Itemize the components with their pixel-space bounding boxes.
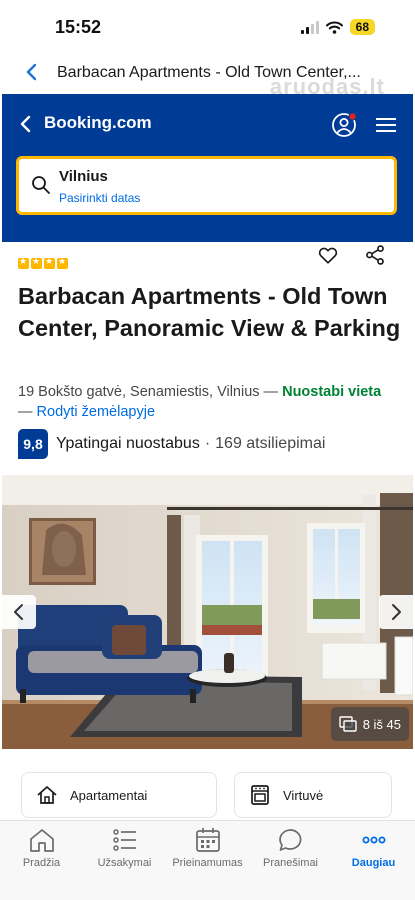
nav-messages[interactable]: Pranešimai	[249, 827, 332, 869]
address-dash: —	[18, 404, 37, 420]
star-icon	[57, 256, 68, 269]
status-bar: 15:52 68	[0, 0, 415, 52]
status-icons: 68	[300, 19, 375, 35]
address-dash: —	[259, 384, 283, 400]
search-box[interactable]: Vilnius Pasirinkti datas	[16, 156, 397, 215]
review-count: 169 atsiliepimai	[215, 435, 326, 452]
search-destination: Vilnius	[59, 168, 108, 185]
facility-label: Virtuvė	[283, 787, 324, 803]
property-title: Barbacan Apartments - Old Town Center, P…	[18, 283, 401, 341]
photo-gallery[interactable]: 8 iš 45	[2, 475, 413, 749]
photos-icon	[338, 716, 357, 732]
wifi-icon	[325, 21, 343, 34]
browser-bar: Barbacan Apartments - Old Town Center,..…	[0, 52, 415, 99]
share-icon[interactable]	[364, 244, 386, 266]
facility-apartments[interactable]: Apartamentai	[21, 772, 217, 818]
menu-icon[interactable]	[375, 116, 397, 134]
profile-icon[interactable]	[331, 112, 357, 138]
nav-label: Užsakymai	[97, 857, 152, 869]
house-icon	[37, 786, 57, 804]
calendar-icon	[195, 828, 220, 852]
address-text: 19 Bokšto gatvė, Senamiestis, Vilnius	[18, 384, 260, 400]
location-badge: Nuostabi vieta	[282, 384, 382, 400]
facility-kitchen[interactable]: Virtuvė	[234, 772, 392, 818]
booking-header: Booking.com Vilnius Pasirinkti datas	[2, 94, 413, 242]
back-icon[interactable]	[16, 114, 36, 134]
booking-logo[interactable]: Booking.com	[44, 113, 152, 133]
bottom-navigation: Pradžia Užsakymai Prieinamumas Pranešima…	[0, 820, 415, 900]
photo-counter[interactable]: 8 iš 45	[330, 707, 409, 741]
nav-bookings[interactable]: Užsakymai	[83, 827, 166, 869]
browser-back-icon[interactable]	[20, 60, 44, 84]
facility-label: Apartamentai	[70, 787, 148, 803]
status-time: 15:52	[55, 17, 102, 37]
star-icon	[44, 256, 55, 269]
home-icon	[29, 829, 54, 852]
nav-label: Prieinamumas	[172, 857, 243, 869]
heart-icon[interactable]	[317, 244, 339, 266]
nav-label: Daugiau	[351, 857, 396, 869]
review-summary[interactable]: 9,8 Ypatingai nuostabus · 169 atsiliepim…	[18, 429, 325, 459]
search-dates[interactable]: Pasirinkti datas	[59, 191, 140, 205]
list-icon	[112, 829, 136, 851]
property-address: 19 Bokšto gatvė, Senamiestis, Vilnius — …	[18, 382, 410, 422]
star-icon	[31, 256, 42, 269]
nav-more[interactable]: Daugiau	[332, 827, 415, 869]
review-score-badge: 9,8	[18, 429, 48, 459]
signal-icon	[300, 20, 319, 34]
review-score-label: Ypatingai nuostabus	[56, 435, 200, 452]
nav-availability[interactable]: Prieinamumas	[166, 827, 249, 869]
photo-counter-text: 8 iš 45	[362, 716, 401, 732]
star-icon	[18, 256, 29, 269]
nav-home[interactable]: Pradžia	[0, 827, 83, 869]
battery-icon: 68	[349, 19, 375, 35]
gallery-prev-button[interactable]	[2, 595, 36, 629]
search-icon	[32, 176, 50, 194]
oven-icon	[251, 785, 269, 805]
nav-label: Pradžia	[22, 857, 61, 869]
separator-dot: ·	[204, 435, 211, 452]
more-icon	[362, 836, 385, 844]
star-rating	[18, 256, 68, 269]
chevron-left-icon	[14, 604, 23, 620]
chat-icon	[278, 829, 301, 851]
nav-label: Pranešimai	[262, 857, 319, 869]
chevron-right-icon	[392, 604, 401, 620]
gallery-next-button[interactable]	[379, 595, 413, 629]
map-link[interactable]: Rodyti žemėlapyje	[37, 404, 155, 420]
